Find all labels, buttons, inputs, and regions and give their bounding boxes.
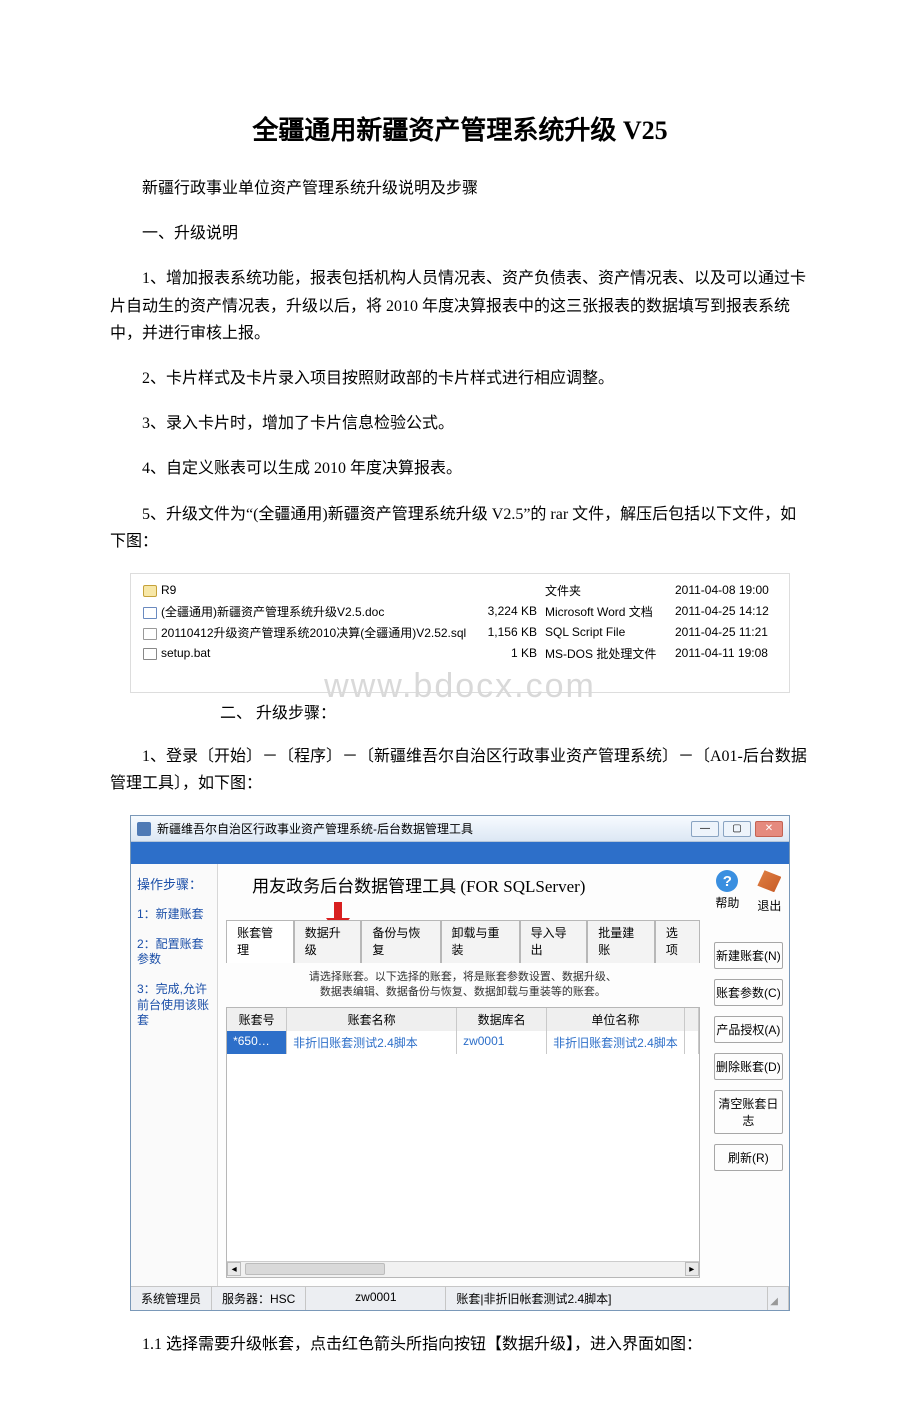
file-name: 20110412升级资产管理系统2010决算(全疆通用)V2.52.sql (161, 626, 466, 640)
file-size (471, 580, 541, 601)
sql-icon (143, 628, 157, 640)
file-type: SQL Script File (541, 622, 671, 643)
help-icon: ? (716, 870, 738, 892)
paragraph-3: 3、录入卡片时，增加了卡片信息检验公式。 (110, 410, 810, 437)
status-bar: 系统管理员 服务器：HSC zw0001 账套|非折旧帐套测试2.4脚本] (131, 1286, 789, 1310)
tab-account-manage[interactable]: 账套管理 (226, 920, 294, 963)
window-titlebar: 新疆维吾尔自治区行政事业资产管理系统-后台数据管理工具 — ▢ ✕ (131, 816, 789, 842)
paragraph-4: 4、自定义账表可以生成 2010 年度决算报表。 (110, 455, 810, 482)
maximize-button[interactable]: ▢ (723, 821, 751, 837)
file-date: 2011-04-08 19:00 (671, 580, 781, 601)
paragraph-2: 2、卡片样式及卡片录入项目按照财政部的卡片样式进行相应调整。 (110, 365, 810, 392)
file-row: 20110412升级资产管理系统2010决算(全疆通用)V2.52.sql 1,… (139, 622, 781, 643)
delete-account-button[interactable]: 删除账套(D) (714, 1053, 783, 1080)
file-size: 1 KB (471, 643, 541, 664)
file-list-figure: R9 文件夹 2011-04-08 19:00 (全疆通用)新疆资产管理系统升级… (130, 573, 790, 693)
file-row: R9 文件夹 2011-04-08 19:00 (139, 580, 781, 601)
scroll-left-icon[interactable]: ◂ (227, 1262, 241, 1276)
scroll-right-icon[interactable]: ▸ (685, 1262, 699, 1276)
file-row: (全疆通用)新疆资产管理系统升级V2.5.doc 3,224 KB Micros… (139, 601, 781, 622)
clear-log-button[interactable]: 清空账套日志 (714, 1090, 783, 1134)
new-account-button[interactable]: 新建账套(N) (714, 942, 783, 969)
cell-extra (685, 1031, 699, 1054)
grid-header-extra (685, 1008, 699, 1031)
tab-data-upgrade[interactable]: 数据升级 (294, 920, 362, 963)
status-server: 服务器：HSC (212, 1287, 306, 1310)
paragraph-6: 1、登录〔开始〕－〔程序〕－〔新疆维吾尔自治区行政事业资产管理系统〕－〔A01-… (110, 743, 810, 797)
file-date: 2011-04-11 19:08 (671, 643, 781, 664)
hint-text: 请选择账套。以下选择的账套，将是账套参数设置、数据升级、 数据表编辑、数据备份与… (226, 970, 700, 999)
refresh-button[interactable]: 刷新(R) (714, 1144, 783, 1171)
left-header: 操作步骤： (137, 874, 211, 893)
help-button[interactable]: ? 帮助 (715, 870, 739, 914)
file-name: (全疆通用)新疆资产管理系统升级V2.5.doc (161, 605, 384, 619)
header-bluebar (131, 842, 789, 864)
grid-header-name: 账套名称 (287, 1008, 457, 1031)
cell-db: zw0001 (457, 1031, 547, 1054)
grid-header-id: 账套号 (227, 1008, 287, 1031)
file-date: 2011-04-25 11:21 (671, 622, 781, 643)
intro-paragraph: 新疆行政事业单位资产管理系统升级说明及步骤 (110, 175, 810, 202)
exit-icon (757, 870, 781, 892)
paragraph-5: 5、升级文件为“(全疆通用)新疆资产管理系统升级 V2.5”的 rar 文件，解… (110, 501, 810, 555)
grid-header-db: 数据库名 (457, 1008, 547, 1031)
file-type: 文件夹 (541, 580, 671, 601)
right-pane: ? 帮助 退出 新建账套(N) 账套参数(C) 产品授权(A) 删除账套(D) … (708, 864, 789, 1286)
close-button[interactable]: ✕ (755, 821, 783, 837)
cell-id: *650… (227, 1031, 287, 1054)
tab-uninstall-reinstall[interactable]: 卸载与重装 (441, 920, 520, 963)
step-3[interactable]: 3：完成,允许前台使用该账套 (137, 982, 211, 1029)
doc-icon (143, 607, 157, 619)
folder-icon (143, 585, 157, 597)
file-type: Microsoft Word 文档 (541, 601, 671, 622)
account-params-button[interactable]: 账套参数(C) (714, 979, 783, 1006)
status-db: zw0001 (306, 1287, 446, 1310)
file-name: R9 (161, 583, 176, 597)
app-icon (137, 822, 151, 836)
window-title: 新疆维吾尔自治区行政事业资产管理系统-后台数据管理工具 (157, 820, 473, 837)
cell-name: 非折旧账套测试2.4脚本 (287, 1031, 457, 1054)
paragraph-7: 1.1 选择需要升级帐套，点击红色箭头所指向按钮【数据升级】，进入界面如图： (110, 1331, 810, 1358)
step-1[interactable]: 1：新建账套 (137, 907, 211, 923)
grid-row-selected[interactable]: *650… 非折旧账套测试2.4脚本 zw0001 非折旧账套测试2.4脚本 (227, 1031, 699, 1054)
center-pane: 用友政务后台数据管理工具 (FOR SQLServer) 账套管理 数据升级 备… (218, 864, 708, 1286)
tab-backup-restore[interactable]: 备份与恢复 (361, 920, 440, 963)
tab-batch-create[interactable]: 批量建账 (587, 920, 655, 963)
product-auth-button[interactable]: 产品授权(A) (714, 1016, 783, 1043)
exit-button[interactable]: 退出 (757, 870, 781, 914)
tab-options[interactable]: 选项 (655, 920, 700, 963)
file-size: 1,156 KB (471, 622, 541, 643)
left-pane: 操作步骤： 1：新建账套 2：配置账套参数 3：完成,允许前台使用该账套 (131, 864, 218, 1286)
section2-heading: 二、 升级步骤： (220, 699, 810, 723)
document-title: 全疆通用新疆资产管理系统升级 V25 (110, 110, 810, 147)
grid-header-unit: 单位名称 (547, 1008, 685, 1031)
status-user: 系统管理员 (131, 1287, 212, 1310)
bat-icon (143, 648, 157, 660)
file-name: setup.bat (161, 646, 210, 660)
tool-title: 用友政务后台数据管理工具 (FOR SQLServer) (252, 872, 700, 897)
scroll-thumb[interactable] (245, 1263, 385, 1275)
tab-strip: 账套管理 数据升级 备份与恢复 卸载与重装 导入导出 批量建账 选项 (226, 919, 700, 962)
file-type: MS-DOS 批处理文件 (541, 643, 671, 664)
file-date: 2011-04-25 14:12 (671, 601, 781, 622)
step-2[interactable]: 2：配置账套参数 (137, 937, 211, 968)
cell-unit: 非折旧账套测试2.4脚本 (547, 1031, 685, 1054)
horizontal-scrollbar[interactable]: ◂ ▸ (227, 1261, 699, 1277)
paragraph-1: 1、增加报表系统功能，报表包括机构人员情况表、资产负债表、资产情况表、以及可以通… (110, 265, 810, 347)
section1-heading: 一、升级说明 (110, 220, 810, 247)
help-label: 帮助 (715, 896, 739, 910)
file-row: setup.bat 1 KB MS-DOS 批处理文件 2011-04-11 1… (139, 643, 781, 664)
exit-label: 退出 (757, 899, 781, 913)
tab-import-export[interactable]: 导入导出 (520, 920, 588, 963)
file-size: 3,224 KB (471, 601, 541, 622)
app-window-figure: 新疆维吾尔自治区行政事业资产管理系统-后台数据管理工具 — ▢ ✕ 操作步骤： … (130, 815, 790, 1311)
account-grid[interactable]: 账套号 账套名称 数据库名 单位名称 *650… 非折旧账套测试2.4脚本 zw… (226, 1007, 700, 1278)
minimize-button[interactable]: — (691, 821, 719, 837)
status-account: 账套|非折旧帐套测试2.4脚本] (446, 1287, 768, 1310)
resize-grip-icon[interactable] (768, 1287, 789, 1310)
